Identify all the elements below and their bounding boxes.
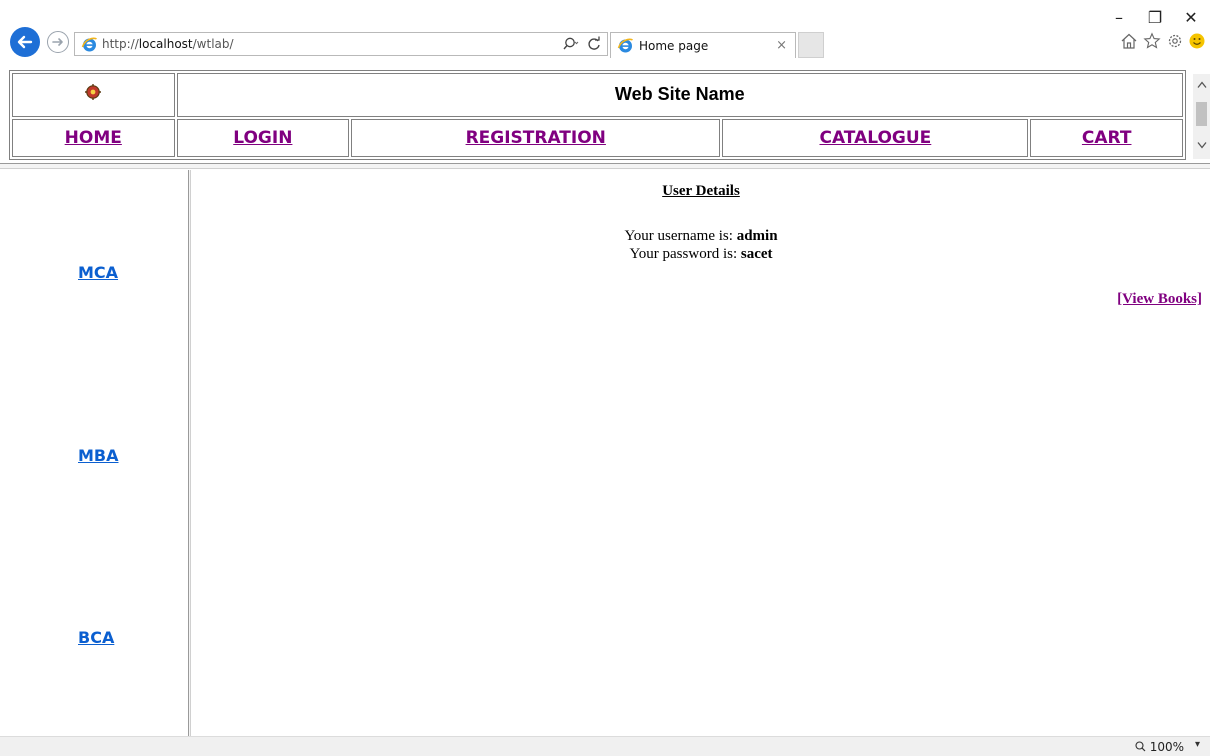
sidebar-link-bca[interactable]: BCA xyxy=(78,628,114,647)
logo-cell xyxy=(12,73,175,117)
site-name: Web Site Name xyxy=(614,84,745,105)
password-value: sacet xyxy=(740,246,773,262)
nav-link-cart[interactable]: CART xyxy=(1082,128,1132,148)
sidebar-link-mba[interactable]: MBA xyxy=(78,446,119,465)
arrow-right-icon xyxy=(52,38,63,46)
refresh-icon[interactable] xyxy=(585,35,603,53)
password-label: Your password is: xyxy=(629,246,738,262)
main-frame: User Details Your username is: admin You… xyxy=(192,170,1210,736)
scroll-down-icon[interactable] xyxy=(1193,136,1210,153)
close-window-button[interactable]: ✕ xyxy=(1176,4,1206,30)
nav-cell-cart: CART xyxy=(1030,118,1183,157)
address-bar[interactable]: http://localhost/wtlab/ xyxy=(74,32,608,56)
nav-cell-catalogue: CATALOGUE xyxy=(722,118,1029,157)
favorites-star-icon[interactable] xyxy=(1141,30,1163,52)
ie-page-icon xyxy=(81,37,97,52)
status-bar: 100% ▾ xyxy=(0,736,1210,756)
sidebar-link-mca[interactable]: MCA xyxy=(78,263,118,282)
nav-link-registration[interactable]: REGISTRATION xyxy=(466,128,606,148)
nav-cell-login: LOGIN xyxy=(176,118,350,157)
sidebar-frame: MCA MBA BCA xyxy=(0,170,188,736)
password-line: Your password is: sacet xyxy=(192,246,1210,263)
scrollbar-thumb[interactable] xyxy=(1196,102,1207,126)
header-frame: Web Site Name HOME LOGIN REGISTRATION CA… xyxy=(9,70,1189,160)
zoom-level[interactable]: 100% xyxy=(1135,740,1184,754)
header-table: Web Site Name HOME LOGIN REGISTRATION CA… xyxy=(9,70,1186,160)
site-name-cell: Web Site Name xyxy=(176,73,1183,117)
browser-tab[interactable]: Home page × xyxy=(610,32,796,58)
zoom-icon xyxy=(1135,741,1146,752)
home-icon[interactable] xyxy=(1118,30,1140,52)
nav-link-login[interactable]: LOGIN xyxy=(233,128,292,148)
user-details-title: User Details xyxy=(662,183,740,199)
site-logo-icon xyxy=(85,84,102,101)
feedback-smiley-icon[interactable] xyxy=(1186,30,1208,52)
back-button[interactable] xyxy=(10,27,40,57)
scroll-up-icon[interactable] xyxy=(1193,76,1210,93)
minimize-button[interactable]: – xyxy=(1104,4,1134,30)
username-value: admin xyxy=(736,228,778,244)
view-books-link[interactable]: [View Books] xyxy=(1117,291,1202,308)
tab-title: Home page xyxy=(639,39,709,53)
nav-cell-registration: REGISTRATION xyxy=(351,118,721,157)
settings-gear-icon[interactable] xyxy=(1164,30,1186,52)
username-line: Your username is: admin xyxy=(192,228,1210,245)
arrow-left-icon xyxy=(17,35,33,49)
nav-link-catalogue[interactable]: CATALOGUE xyxy=(819,128,931,148)
forward-button[interactable] xyxy=(47,31,69,53)
nav-link-home[interactable]: HOME xyxy=(65,128,122,148)
zoom-value: 100% xyxy=(1149,740,1184,754)
tab-close-button[interactable]: × xyxy=(776,38,787,53)
new-tab-button[interactable] xyxy=(798,32,824,58)
zoom-dropdown-icon[interactable]: ▾ xyxy=(1195,739,1200,750)
browser-chrome: – ❐ ✕ http://localhost/wtlab/ Home page … xyxy=(0,0,1210,66)
header-frame-scrollbar[interactable] xyxy=(1193,74,1210,159)
horizontal-frame-divider[interactable] xyxy=(0,163,1210,169)
nav-cell-home: HOME xyxy=(12,118,175,157)
username-label: Your username is: xyxy=(624,228,733,244)
restore-button[interactable]: ❐ xyxy=(1140,4,1170,30)
vertical-frame-divider[interactable] xyxy=(188,170,191,736)
address-url: http://localhost/wtlab/ xyxy=(102,37,234,51)
ie-page-icon xyxy=(617,38,633,53)
search-icon[interactable] xyxy=(561,35,579,53)
